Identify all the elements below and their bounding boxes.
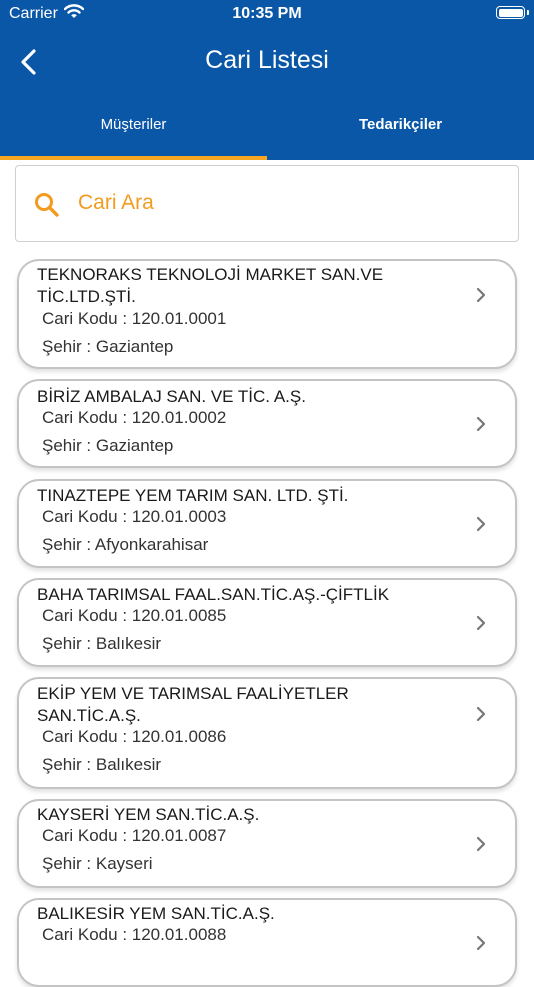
chevron-right-icon	[476, 287, 486, 303]
chevron-right-icon	[476, 416, 486, 432]
customer-name: TEKNORAKS TEKNOLOJİ MARKET SAN.VE TİC.LT…	[37, 265, 384, 306]
customer-code: Cari Kodu : 120.01.0085	[42, 606, 227, 625]
customer-name: BAHA TARIMSAL FAAL.SAN.TİC.AŞ.-ÇİFTLİK	[37, 585, 390, 604]
customer-card[interactable]: BALIKESİR YEM SAN.TİC.A.Ş. Cari Kodu : 1…	[17, 898, 517, 987]
search-input[interactable]: Cari Ara	[15, 165, 519, 242]
customer-name: KAYSERİ YEM SAN.TİC.A.Ş.	[37, 805, 260, 824]
battery-icon	[496, 6, 525, 19]
customer-city: Şehir : Balıkesir	[42, 755, 162, 774]
customer-code: Cari Kodu : 120.01.0002	[42, 408, 227, 427]
chevron-right-icon	[476, 615, 486, 631]
customer-card[interactable]: BİRİZ AMBALAJ SAN. VE TİC. A.Ş. Cari Kod…	[17, 379, 517, 468]
nav-header: Carrier 10:35 PM Cari Listesi Müşteriler…	[0, 0, 534, 160]
active-tab-indicator	[0, 156, 267, 160]
customer-name: EKİP YEM VE TARIMSAL FAALİYETLER SAN.TİC…	[37, 684, 349, 725]
tab-musteriler[interactable]: Müşteriler	[0, 116, 267, 133]
customer-card[interactable]: BAHA TARIMSAL FAAL.SAN.TİC.AŞ.-ÇİFTLİK C…	[17, 578, 517, 667]
customer-code: Cari Kodu : 120.01.0087	[42, 826, 227, 845]
customer-name: TINAZTEPE YEM TARIM SAN. LTD. ŞTİ.	[37, 486, 349, 505]
customer-city: Şehir : Afyonkarahisar	[42, 535, 209, 554]
customer-card[interactable]: EKİP YEM VE TARIMSAL FAALİYETLER SAN.TİC…	[17, 677, 517, 789]
chevron-right-icon	[476, 516, 486, 532]
chevron-right-icon	[476, 935, 486, 951]
page-title: Cari Listesi	[205, 46, 329, 74]
customer-code: Cari Kodu : 120.01.0001	[42, 309, 227, 328]
customer-code: Cari Kodu : 120.01.0003	[42, 507, 227, 526]
customer-city: Şehir : Balıkesir	[42, 634, 162, 653]
customer-city: Şehir : Kayseri	[42, 854, 153, 873]
customer-card[interactable]: KAYSERİ YEM SAN.TİC.A.Ş. Cari Kodu : 120…	[17, 799, 517, 888]
status-time: 10:35 PM	[232, 5, 302, 22]
battery-tip	[527, 10, 529, 15]
chevron-right-icon	[476, 706, 486, 722]
customer-code: Cari Kodu : 120.01.0086	[42, 727, 227, 746]
customer-city: Şehir : Gaziantep	[42, 337, 174, 356]
status-bar: Carrier 10:35 PM	[0, 0, 534, 30]
customer-name: BALIKESİR YEM SAN.TİC.A.Ş.	[37, 904, 275, 923]
tab-tedarikciler[interactable]: Tedarikçiler	[267, 116, 534, 133]
customer-card[interactable]: TEKNORAKS TEKNOLOJİ MARKET SAN.VE TİC.LT…	[17, 259, 517, 369]
customer-card[interactable]: TINAZTEPE YEM TARIM SAN. LTD. ŞTİ. Cari …	[17, 479, 517, 568]
customer-city: Şehir : Gaziantep	[42, 436, 174, 455]
search-icon	[35, 193, 59, 217]
search-placeholder: Cari Ara	[78, 191, 154, 214]
customer-name: BİRİZ AMBALAJ SAN. VE TİC. A.Ş.	[37, 387, 306, 406]
customer-code: Cari Kodu : 120.01.0088	[42, 925, 227, 944]
chevron-right-icon	[476, 836, 486, 852]
